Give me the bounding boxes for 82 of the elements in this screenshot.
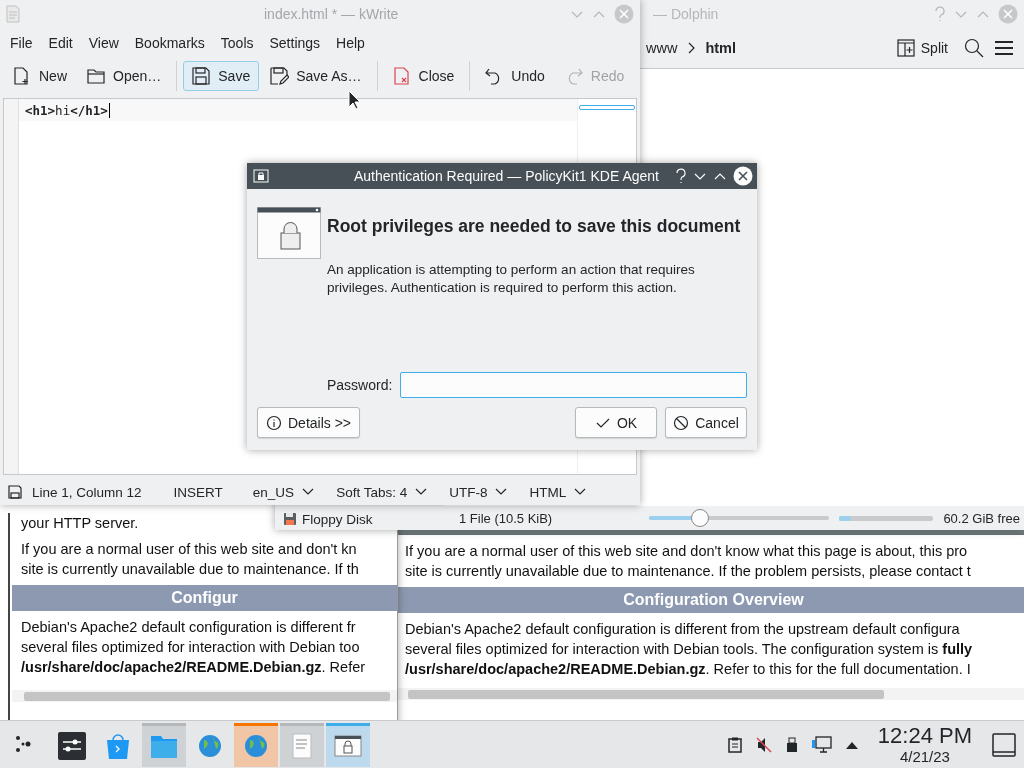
- globe-icon: [196, 732, 224, 760]
- save-icon: [192, 67, 212, 85]
- window-title: index.html * — kWrite: [264, 6, 399, 22]
- menu-item[interactable]: Tools: [212, 31, 262, 55]
- caret-icon: [574, 488, 587, 496]
- save-icon: [8, 485, 22, 499]
- caret-icon: [495, 488, 508, 496]
- muted-speaker-icon[interactable]: [755, 736, 772, 753]
- dialog-message: An application is attempting to perform an action that requires privileges. Authentication is required to perform this action.: [327, 261, 696, 297]
- close-icon[interactable]: [733, 166, 753, 186]
- menu-item[interactable]: View: [80, 31, 127, 55]
- paragraph: Debian's Apache2 default configuration is different from the upstream default configura several files optimized for interaction with Debian tools. The configuration system is fully /usr/share/doc/apache2/README.Debian.gz. Refer to this for the full documentation. I: [404, 620, 973, 679]
- split-view-icon: [896, 39, 915, 57]
- taskbar-button[interactable]: [326, 722, 370, 767]
- toolbar-button[interactable]: Save As…: [261, 61, 371, 91]
- horizontal-scrollbar[interactable]: [396, 688, 1024, 700]
- toolbar-button[interactable]: Close: [383, 61, 464, 91]
- dropdown[interactable]: UTF-8: [443, 484, 514, 500]
- dialog-heading: Root privileges are needed to save this document: [327, 216, 741, 237]
- breadcrumb-item[interactable]: www: [646, 40, 678, 56]
- paragraph: If you are a normal user of this web site and don't know what this page is about, this pro site is currently unavailable due to maintenance. If the problem persists, please contact t: [404, 542, 971, 581]
- status-text: 1 File (10.5 KiB): [459, 510, 553, 526]
- menu-item[interactable]: File: [2, 31, 41, 55]
- toolbar-button[interactable]: Save: [183, 61, 260, 91]
- save-as-icon: [270, 67, 290, 85]
- password-label: Password:: [327, 377, 393, 393]
- chevron-right-icon: [687, 42, 696, 54]
- section-heading: Configuration Overview: [396, 587, 1024, 613]
- clipboard-icon[interactable]: [727, 736, 742, 753]
- ok-button[interactable]: OK: [575, 407, 657, 438]
- menu-item[interactable]: Help: [328, 31, 373, 55]
- usb-drive-icon[interactable]: [785, 736, 798, 753]
- lock-window-icon: [334, 732, 362, 760]
- code-line: <h1>hi</h1>: [25, 102, 108, 118]
- paragraph: If you are a normal user of this web site and don't kn site is currently unavailable due to maintenance. If th: [20, 540, 359, 579]
- menu-item[interactable]: Settings: [261, 31, 329, 55]
- expand-arrow-icon[interactable]: [845, 740, 858, 749]
- toolbar-button[interactable]: New: [4, 61, 76, 91]
- lock-window-icon: [257, 207, 321, 259]
- cursor-position: Line 1, Column 12: [32, 484, 142, 500]
- toolbar-button[interactable]: Undo: [476, 61, 554, 91]
- menu-item[interactable]: Edit: [40, 31, 81, 55]
- caret-icon: [415, 488, 428, 496]
- search-icon[interactable]: [964, 38, 984, 58]
- menu-icon[interactable]: [994, 38, 1014, 58]
- folder-icon: [87, 67, 106, 85]
- clock-time[interactable]: 12:24 PM: [877, 724, 972, 748]
- horizontal-scrollbar[interactable]: [12, 690, 397, 702]
- zoom-slider[interactable]: [649, 509, 830, 527]
- caret-icon: [302, 488, 315, 496]
- breadcrumb-item[interactable]: html: [705, 40, 737, 56]
- settings-icon: [58, 732, 86, 760]
- lock-window-icon: [253, 169, 269, 183]
- menu-item[interactable]: Bookmarks: [126, 31, 213, 55]
- dropdown[interactable]: Soft Tabs: 4: [330, 484, 434, 500]
- dropdown[interactable]: en_US: [246, 484, 321, 500]
- text-cursor: [108, 102, 110, 118]
- info-icon: [266, 414, 282, 431]
- minimap-line: [579, 105, 635, 110]
- section-heading: Configur: [12, 585, 397, 611]
- password-field[interactable]: [400, 372, 747, 398]
- place-label[interactable]: Floppy Disk: [302, 511, 373, 527]
- window-title: — Dolphin: [653, 6, 719, 22]
- toolbar-button[interactable]: Open…: [78, 61, 171, 91]
- close-document-icon: [392, 67, 412, 85]
- cancel-button[interactable]: Cancel: [665, 407, 747, 438]
- input-mode[interactable]: INSERT: [173, 484, 223, 500]
- show-desktop-icon[interactable]: [992, 732, 1016, 757]
- clock-date[interactable]: 4/21/23: [899, 748, 950, 765]
- split-button[interactable]: Split: [890, 39, 954, 57]
- paragraph: Debian's Apache2 default configuration is different fr several files optimized for interaction with Debian too /usr/share/doc/apache2/README.Debian.gz. Refer: [20, 618, 366, 677]
- shopping-bag-icon: [104, 732, 132, 760]
- cancel-icon: [673, 414, 690, 431]
- free-space-label: 60.2 GiB free: [943, 510, 1020, 526]
- paragraph: your HTTP server.: [20, 514, 139, 533]
- window-title: Authentication Required — PolicyKit1 KDE Agent: [352, 168, 660, 184]
- slider-thumb[interactable]: [690, 509, 709, 527]
- details-button[interactable]: Details >>: [257, 407, 361, 438]
- network-icon[interactable]: [811, 735, 832, 754]
- globe-icon: [242, 732, 270, 760]
- document-icon: [6, 5, 20, 23]
- dropdown[interactable]: HTML: [523, 484, 593, 500]
